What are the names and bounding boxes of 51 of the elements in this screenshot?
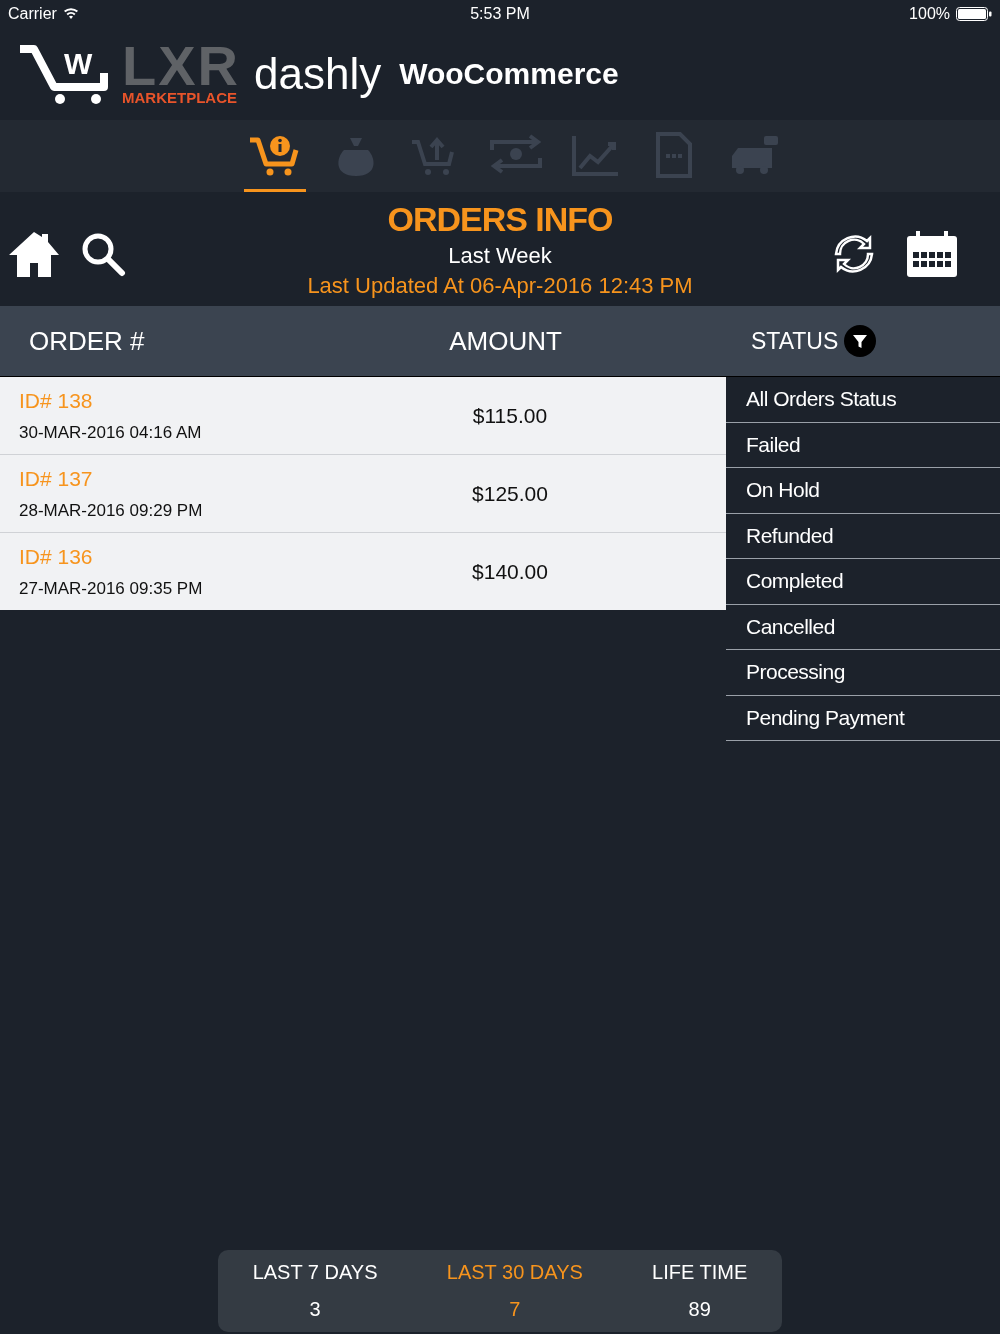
clock-time: 5:53 PM (470, 5, 530, 23)
column-header: AMOUNT (449, 325, 562, 357)
status-option[interactable]: Refunded (726, 513, 1000, 559)
status-option[interactable]: Cancelled (726, 604, 1000, 650)
period-tab[interactable]: LAST 30 DAYS 7 (446, 1261, 583, 1321)
order-amount: $115.00 (471, 403, 549, 428)
order-count: 7 (509, 1298, 521, 1321)
last-updated-text: Last Updated At 06-Apr-2016 12:43 PM (307, 272, 693, 299)
period-tab[interactable]: LIFE TIME 89 (652, 1261, 748, 1321)
cart-icon (18, 43, 108, 105)
platform-name: WooCommerce (399, 57, 619, 91)
battery-percent: 100% (909, 5, 950, 23)
refresh-icon[interactable] (832, 232, 876, 276)
battery-icon (956, 7, 992, 21)
order-amount: $125.00 (471, 481, 549, 506)
column-header: ORDER # (29, 325, 145, 357)
order-id: ID# 137 (19, 466, 94, 491)
brand-subtitle: MARKETPLACE (122, 90, 237, 106)
calendar-icon[interactable] (906, 230, 958, 278)
carrier-label: Carrier (8, 5, 57, 23)
period-name: LIFE TIME (652, 1261, 748, 1284)
period-label: Last Week (448, 242, 552, 269)
status-option[interactable]: Failed (726, 422, 1000, 468)
home-icon[interactable] (8, 230, 60, 278)
product-name: dashly (254, 49, 382, 99)
status-option[interactable]: Processing (726, 650, 1000, 696)
wifi-icon (62, 8, 79, 20)
order-row[interactable]: ID# 138 30-MAR-2016 04:16 AM $115.00 (0, 377, 726, 454)
order-id: ID# 138 (19, 388, 94, 413)
status-option[interactable]: Completed (726, 559, 1000, 605)
search-icon[interactable] (80, 231, 126, 277)
period-name: LAST 30 DAYS (446, 1261, 583, 1284)
order-id: ID# 136 (19, 544, 94, 569)
order-date: 28-MAR-2016 09:29 PM (19, 500, 204, 521)
order-date: 30-MAR-2016 04:16 AM (19, 422, 203, 443)
order-row[interactable]: ID# 137 28-MAR-2016 09:29 PM $125.00 (0, 454, 726, 532)
period-tab[interactable]: LAST 7 DAYS 3 (252, 1261, 378, 1321)
status-option[interactable]: Pending Payment (726, 695, 1000, 741)
order-count: 3 (309, 1298, 321, 1321)
brand-text: LXR (122, 42, 240, 90)
page-title: ORDERS INFO (387, 199, 613, 239)
order-row[interactable]: ID# 136 27-MAR-2016 09:35 PM $140.00 (0, 532, 726, 610)
status-option[interactable]: On Hold (726, 468, 1000, 514)
order-count: 89 (688, 1298, 711, 1321)
order-date: 27-MAR-2016 09:35 PM (19, 578, 204, 599)
column-header: STATUS (751, 327, 839, 355)
status-option[interactable]: All Orders Status (726, 377, 1000, 423)
logo-letter: W (64, 47, 93, 81)
period-name: LAST 7 DAYS (252, 1261, 378, 1284)
order-amount: $140.00 (471, 559, 549, 584)
filter-icon[interactable] (844, 325, 877, 357)
